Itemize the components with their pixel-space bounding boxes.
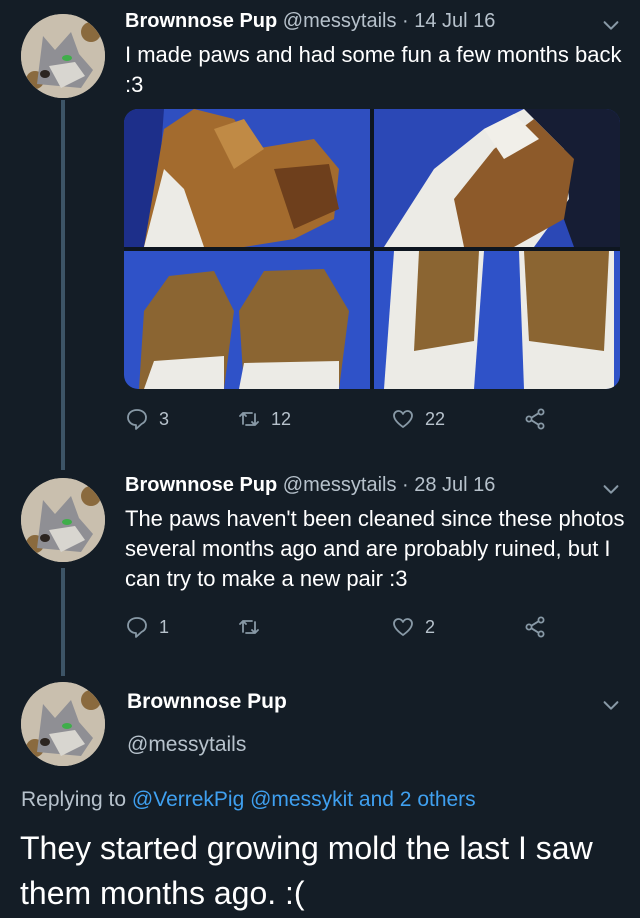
photo-1[interactable] (124, 109, 370, 247)
retweet-count: 12 (271, 408, 292, 429)
media-grid[interactable] (124, 109, 620, 389)
chevron-down-icon[interactable] (600, 478, 622, 500)
reply-count: 1 (159, 616, 170, 637)
like-button[interactable]: 22 (391, 407, 445, 431)
retweet-button[interactable] (237, 615, 271, 639)
heart-icon (393, 618, 413, 636)
photo-2[interactable] (374, 109, 620, 247)
like-button[interactable]: 2 (391, 615, 435, 639)
heart-icon (393, 410, 413, 428)
share-icon (525, 408, 545, 430)
share-button[interactable] (523, 615, 547, 639)
display-name[interactable]: Brownnose Pup (125, 10, 277, 32)
handle[interactable]: @messytails (127, 733, 246, 757)
reply-count: 3 (159, 408, 170, 429)
handle[interactable]: @messytails (283, 10, 397, 32)
tweet-actions: 3 12 22 (125, 407, 565, 433)
share-button[interactable] (523, 407, 547, 431)
thread-line (61, 568, 65, 676)
display-name[interactable]: Brownnose Pup (127, 690, 287, 714)
tweet-actions: 1 2 (125, 615, 565, 641)
tweet-text: They started growing mold the last I saw… (20, 830, 593, 911)
photo-4[interactable] (374, 251, 620, 389)
reply-bubble-icon (127, 409, 147, 430)
like-count: 2 (425, 616, 436, 637)
chevron-down-icon[interactable] (600, 694, 622, 716)
display-name[interactable]: Brownnose Pup (125, 474, 277, 496)
handle[interactable]: @messytails (283, 474, 397, 496)
tweet-header: Brownnose Pup @messytails · 14 Jul 16 (125, 10, 495, 33)
tweet-header: Brownnose Pup @messytails · 28 Jul 16 (125, 474, 495, 497)
share-icon (525, 616, 545, 638)
tweet-text: I made paws and had some fun a few month… (125, 42, 622, 97)
retweet-button[interactable]: 12 (237, 407, 291, 431)
photo-3[interactable] (124, 251, 370, 389)
reply-button[interactable]: 1 (125, 615, 169, 639)
retweet-icon (239, 412, 259, 426)
replying-prefix: Replying to (21, 788, 127, 811)
reply-button[interactable]: 3 (125, 407, 169, 431)
avatar[interactable] (21, 682, 105, 766)
replying-to-link[interactable]: @VerrekPig @messykit and 2 others (132, 788, 476, 811)
avatar[interactable] (21, 478, 105, 562)
avatar[interactable] (21, 14, 105, 98)
chevron-down-icon[interactable] (600, 14, 622, 36)
timestamp[interactable]: · 14 Jul 16 (402, 10, 495, 32)
replying-to: Replying to @VerrekPig @messykit and 2 o… (21, 788, 476, 812)
retweet-icon (239, 620, 259, 634)
thread-line (61, 100, 65, 470)
like-count: 22 (425, 408, 446, 429)
timestamp[interactable]: · 28 Jul 16 (402, 474, 495, 496)
reply-bubble-icon (127, 617, 147, 638)
tweet-text: The paws haven't been cleaned since thes… (125, 506, 625, 591)
